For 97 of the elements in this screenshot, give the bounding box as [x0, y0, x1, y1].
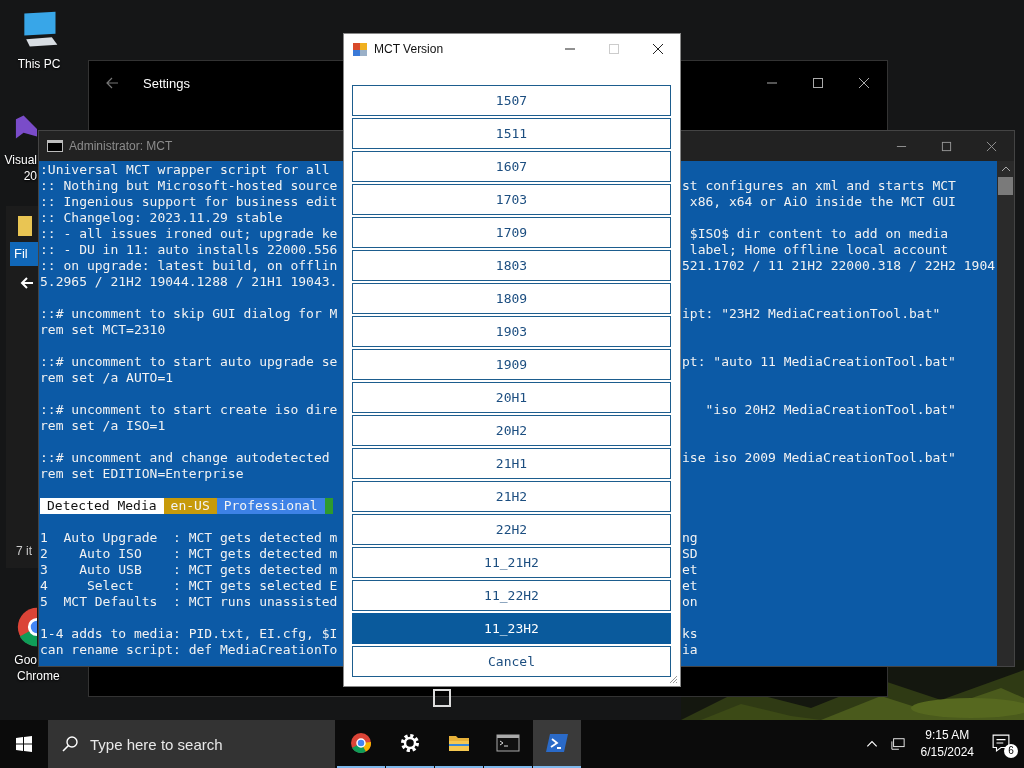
resize-grip-icon[interactable] [668, 674, 678, 684]
console-line: et [682, 562, 698, 578]
search-input[interactable]: Type here to search [88, 734, 332, 754]
console-line: ks [682, 626, 698, 642]
icon-label: 20 [23, 168, 37, 184]
status-segment: Professional [216, 498, 325, 514]
console-line: ise iso 2009 MediaCreationTool.bat" [682, 450, 956, 466]
console-line: SD [682, 546, 698, 562]
icon-label: Visual [4, 152, 37, 168]
folder-icon [18, 216, 32, 236]
time-text: 9:15 AM [925, 727, 970, 744]
cancel-button[interactable]: Cancel [352, 646, 671, 677]
console-line: 2 Auto ISO : MCT gets detected m [40, 546, 338, 562]
settings-icon [398, 731, 422, 755]
search-icon [62, 736, 78, 752]
app-icon [352, 41, 368, 57]
console-line: :: - all issues ironed out; upgrade ke [40, 226, 338, 242]
maximize-icon[interactable] [941, 140, 952, 152]
terminal-icon [496, 731, 520, 755]
version-option[interactable]: 11_22H2 [352, 580, 671, 611]
window-title: MCT Version [374, 42, 444, 56]
version-option[interactable]: 21H1 [352, 448, 671, 479]
checkbox[interactable] [433, 689, 451, 707]
console-line: :: on upgrade: latest build, on offlin [40, 258, 338, 274]
console-line: 521.1702 / 11 21H2 22000.318 / 22H2 1904 [682, 258, 996, 274]
scroll-thumb[interactable] [998, 177, 1013, 195]
version-option[interactable]: 11_21H2 [352, 547, 671, 578]
icon-label: Chrome [17, 668, 60, 684]
console-line: et [682, 578, 698, 594]
scrollbar[interactable] [997, 161, 1014, 666]
notification-badge: 6 [1004, 744, 1018, 758]
window-title: Administrator: MCT [69, 139, 173, 153]
console-line: $ISO$ dir content to add on media [688, 226, 949, 242]
close-icon[interactable] [858, 77, 870, 89]
version-option[interactable]: 1909 [352, 349, 671, 380]
version-option[interactable]: 22H2 [352, 514, 671, 545]
console-line: :: - DU in 11: auto installs 22000.556 [40, 242, 338, 258]
status-segment: Detected Media [40, 498, 164, 514]
version-option[interactable]: 1803 [352, 250, 671, 281]
console-line: ipt: "23H2 MediaCreationTool.bat" [682, 306, 941, 322]
version-option[interactable]: 11_23H2 [352, 613, 671, 644]
scroll-up-icon[interactable] [1000, 166, 1011, 172]
console-line: :: Ingenious support for business edit [40, 194, 338, 210]
console-line: 1 Auto Upgrade : MCT gets detected m [40, 530, 338, 546]
ribbon-tab[interactable]: Fil [10, 242, 38, 266]
terminal-icon [47, 140, 63, 152]
console-line: x86, x64 or AiO inside the MCT GUI [688, 194, 956, 210]
status-text: 7 it [16, 544, 32, 558]
version-option[interactable]: 1511 [352, 118, 671, 149]
console-line: ia [682, 642, 698, 658]
console-line: ::# uncomment to start auto upgrade se [40, 354, 338, 370]
close-icon[interactable] [652, 43, 664, 55]
console-line: ng [682, 530, 698, 546]
console-line: rem set /a ISO=1 [40, 418, 166, 434]
version-option[interactable]: 1703 [352, 184, 671, 215]
console-line: rem set EDITION=Enterprise [40, 466, 244, 482]
console-line: ::# uncomment to start create iso dire [40, 402, 338, 418]
version-option[interactable]: 21H2 [352, 481, 671, 512]
icon-label: This PC [17, 56, 61, 72]
console-line: ::# uncomment to skip GUI dialog for M [40, 306, 338, 322]
clock[interactable]: 9:15 AM 6/15/2024 [920, 727, 974, 761]
console-line: pt: "auto 11 MediaCreationTool.bat" [682, 354, 956, 370]
console-line: can rename script: def MediaCreationTo [40, 642, 338, 658]
version-option[interactable]: 1903 [352, 316, 671, 347]
console-line: rem set MCT=2310 [40, 322, 166, 338]
console-line: 1-4 adds to media: PID.txt, EI.cfg, $I [40, 626, 338, 642]
version-option[interactable]: 20H2 [352, 415, 671, 446]
console-line: :: Changelog: 2023.11.29 stable [40, 210, 283, 226]
powershell-icon [545, 731, 569, 755]
chrome-icon [349, 731, 373, 755]
version-option[interactable]: 1809 [352, 283, 671, 314]
maximize-icon [608, 43, 620, 55]
version-option[interactable]: 1607 [352, 151, 671, 182]
maximize-icon[interactable] [812, 77, 824, 89]
console-line: :Universal MCT wrapper script for all [40, 162, 330, 178]
icon-label: Goo [14, 652, 37, 668]
windows-start-icon[interactable] [16, 736, 32, 752]
console-line: 3 Auto USB : MCT gets detected m [40, 562, 338, 578]
version-option[interactable]: 1507 [352, 85, 671, 116]
window-title: Settings [143, 75, 190, 91]
search-field[interactable]: Type here to search [48, 720, 335, 768]
console-line: on [682, 594, 698, 610]
console-line: label; Home offline local account [688, 242, 949, 258]
network-icon[interactable] [890, 737, 905, 751]
console-line: ::# uncomment and change autodetected [40, 450, 330, 466]
version-option[interactable]: 1709 [352, 217, 671, 248]
console-line: st configures an xml and starts MCT [682, 178, 956, 194]
notification-icon[interactable] [992, 734, 1010, 752]
console-line: 5.2965 / 21H2 19044.1288 / 21H1 19043. [40, 274, 338, 290]
console-line: rem set /a AUTO=1 [40, 370, 174, 386]
console-line: 5 MCT Defaults : MCT runs unassisted [40, 594, 338, 610]
console-line: :: Nothing but Microsoft-hosted source [40, 178, 338, 194]
status-segment: en-US [163, 498, 217, 514]
console-line: 4 Select : MCT gets selected E [40, 578, 338, 594]
version-option[interactable]: 20H1 [352, 382, 671, 413]
console-line: "iso 20H2 MediaCreationTool.bat" [704, 402, 956, 418]
date-text: 6/15/2024 [920, 744, 974, 761]
